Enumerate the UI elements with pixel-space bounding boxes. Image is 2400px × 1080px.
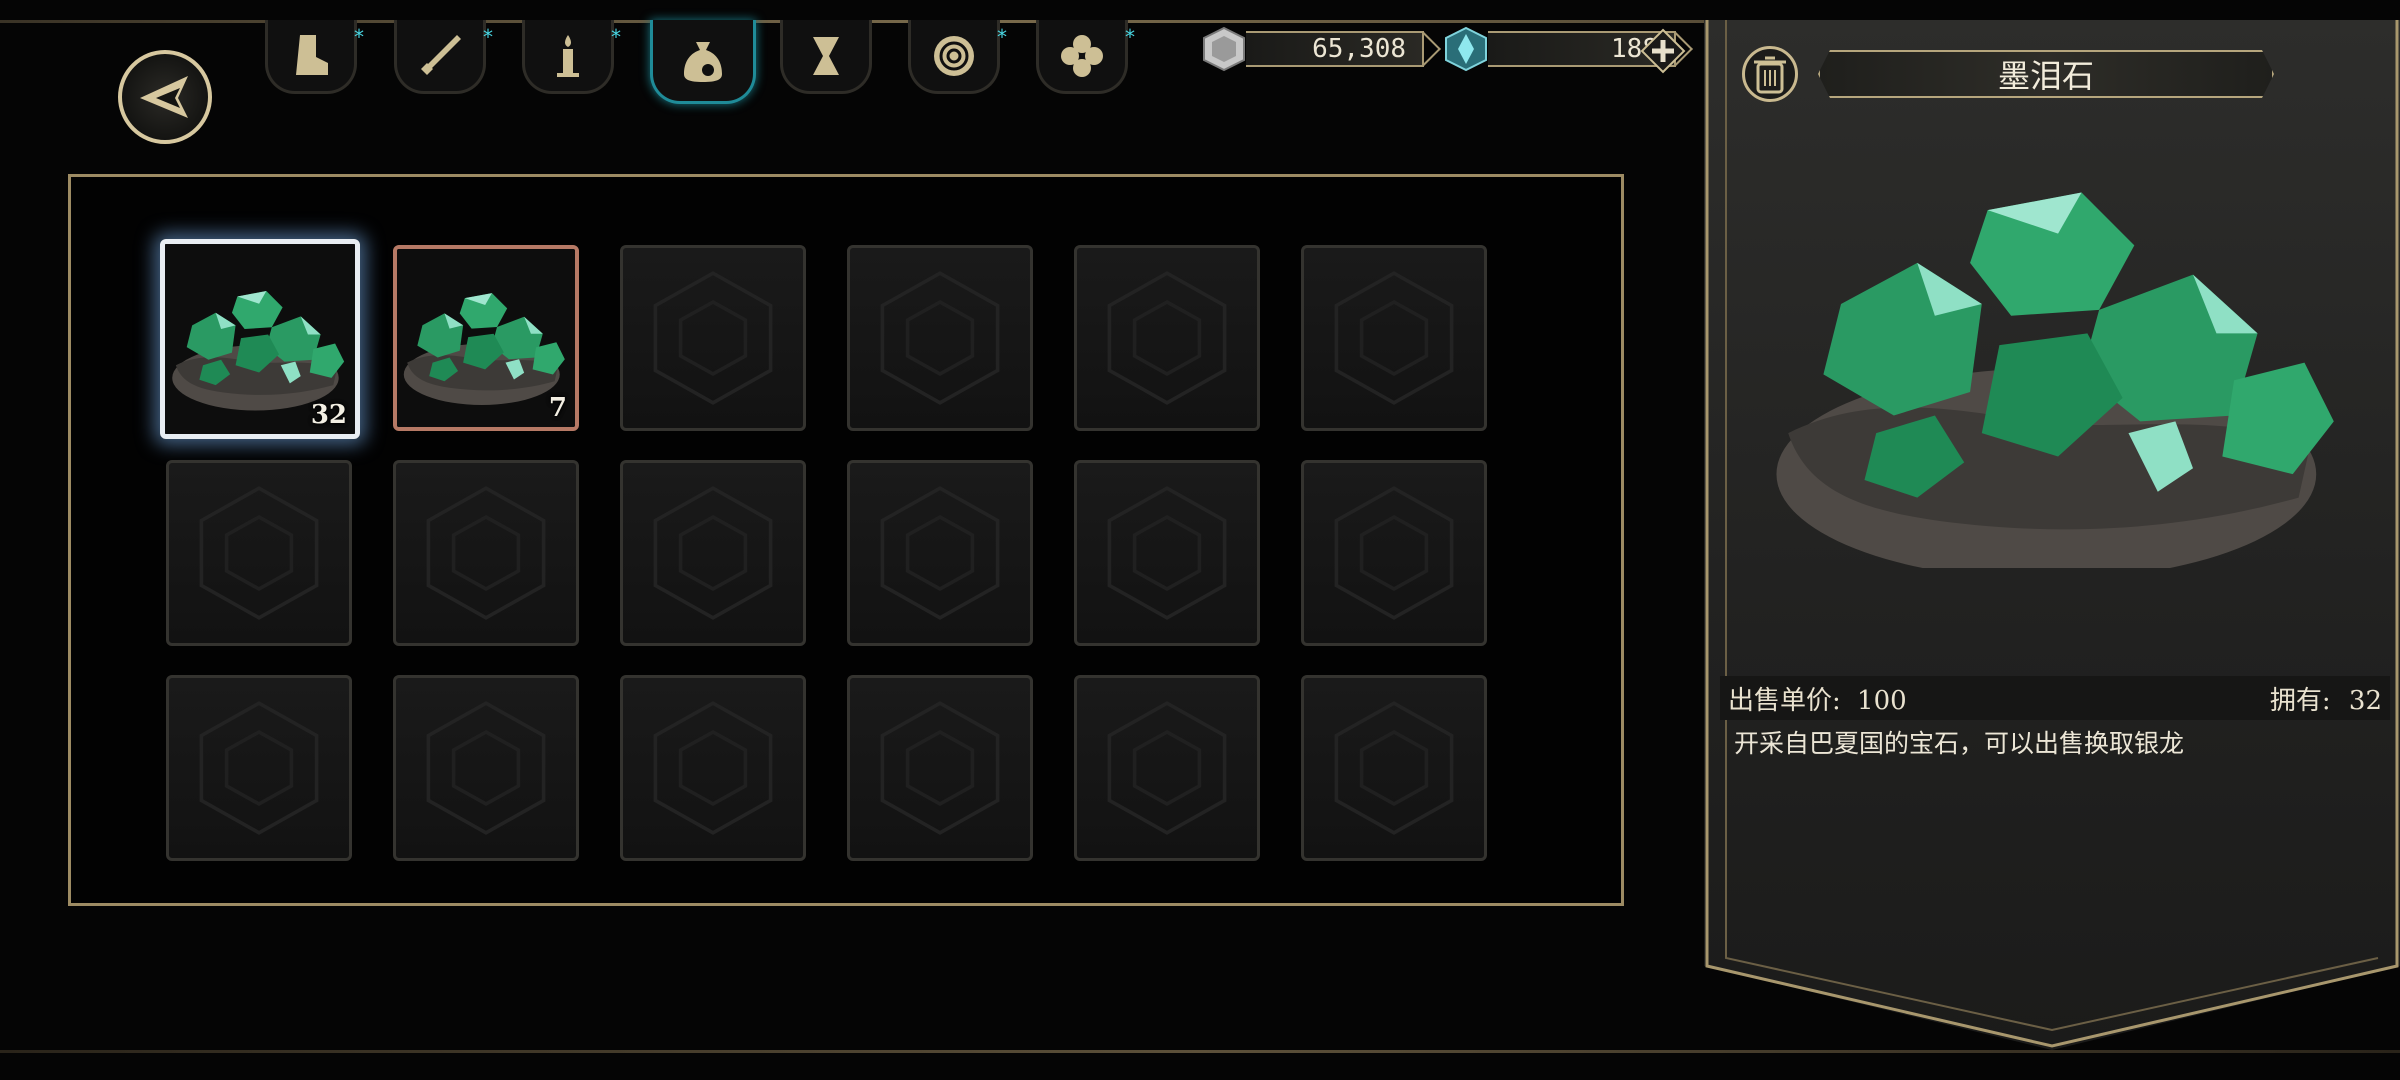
new-marker: * [1125, 25, 1135, 49]
inventory-slot-empty[interactable] [1301, 675, 1487, 861]
inventory-slot-empty[interactable] [847, 460, 1033, 646]
inventory-slot-item[interactable]: 32 [160, 239, 360, 439]
owned-value: 32 [2348, 685, 2382, 716]
discard-button[interactable] [1742, 46, 1798, 102]
silver-currency: 65,308 [1202, 26, 1424, 72]
empty-slot-pattern [1107, 701, 1227, 835]
owned-group: 拥有: 32 [2270, 680, 2382, 717]
sell-price-group: 出售单价: 100 [1728, 680, 1907, 717]
inventory-slot-empty[interactable] [393, 460, 579, 646]
empty-slot-pattern [1107, 486, 1227, 620]
empty-slot-pattern [1107, 271, 1227, 405]
inventory-slot-empty[interactable] [1074, 675, 1260, 861]
back-button[interactable] [118, 50, 212, 144]
inventory-slot-empty[interactable] [1301, 460, 1487, 646]
sell-price-label: 出售单价: [1728, 685, 1841, 716]
inventory-slot-empty[interactable] [620, 675, 806, 861]
bottom-border-line [0, 1050, 2400, 1053]
empty-slot-pattern [199, 701, 319, 835]
inventory-slot-item[interactable]: 7 [393, 245, 579, 431]
item-description: 开采自巴夏国的宝石，可以出售换取银龙 [1734, 729, 2185, 758]
inventory-slot-empty[interactable] [1074, 245, 1260, 431]
tab-boots[interactable]: * [265, 20, 364, 94]
empty-slot-pattern [880, 701, 1000, 835]
bag-tab-icon [684, 41, 722, 82]
tab-materials[interactable] [650, 20, 756, 104]
empty-slot-pattern [880, 271, 1000, 405]
item-title: 墨泪石 [1818, 50, 2274, 98]
sell-price-value: 100 [1857, 685, 1907, 716]
new-marker: * [354, 25, 364, 49]
blue-crystal-icon [1445, 26, 1487, 72]
empty-slot-pattern [880, 486, 1000, 620]
trash-icon [1754, 56, 1786, 94]
candle-tab-icon [557, 34, 579, 77]
inventory-slot-empty[interactable] [620, 460, 806, 646]
new-marker: * [611, 25, 621, 49]
slot-quantity: 32 [310, 400, 347, 430]
tab-orbs[interactable]: * [908, 20, 1007, 94]
inventory-slot-empty[interactable] [847, 675, 1033, 861]
empty-slot-pattern [426, 486, 546, 620]
item-artwork [1776, 192, 2334, 568]
sword-tab-icon [421, 34, 461, 75]
empty-slot-pattern [1334, 701, 1454, 835]
empty-slot-pattern [199, 486, 319, 620]
slot-quantity: 7 [548, 393, 567, 423]
new-marker: * [483, 25, 493, 49]
back-arrow-icon [140, 76, 188, 118]
owned-label: 拥有: [2269, 685, 2331, 716]
empty-slot-pattern [426, 701, 546, 835]
inventory-slot-empty[interactable] [1074, 460, 1260, 646]
tab-consumables[interactable]: * [522, 20, 621, 94]
orb-tab-icon [934, 35, 974, 76]
inventory-slot-empty[interactable] [1301, 245, 1487, 431]
boot-tab-icon [296, 34, 328, 75]
inventory-slot-empty[interactable] [166, 460, 352, 646]
tab-misc[interactable]: * [1036, 20, 1135, 94]
inventory-slot-empty[interactable] [620, 245, 806, 431]
inventory-slot-empty[interactable] [166, 675, 352, 861]
empty-slot-pattern [653, 486, 773, 620]
hourglass-tab-icon [813, 36, 839, 75]
empty-slot-pattern [1334, 271, 1454, 405]
empty-slot-pattern [1334, 486, 1454, 620]
empty-slot-pattern [653, 701, 773, 835]
clover-tab-icon [1061, 34, 1103, 77]
item-info-bar: 出售单价: 100 拥有: 32 [1720, 676, 2390, 720]
tab-weapons[interactable]: * [394, 20, 493, 94]
tab-time[interactable] [780, 20, 872, 94]
add-crystal-button[interactable] [1640, 28, 1686, 74]
inventory-slot-empty[interactable] [393, 675, 579, 861]
inventory-slot-empty[interactable] [847, 245, 1033, 431]
new-marker: * [997, 25, 1007, 49]
plus-icon [1640, 28, 1686, 74]
silver-amount: 65,308 [1246, 31, 1424, 67]
empty-slot-pattern [653, 271, 773, 405]
silver-coin-icon [1203, 26, 1245, 72]
